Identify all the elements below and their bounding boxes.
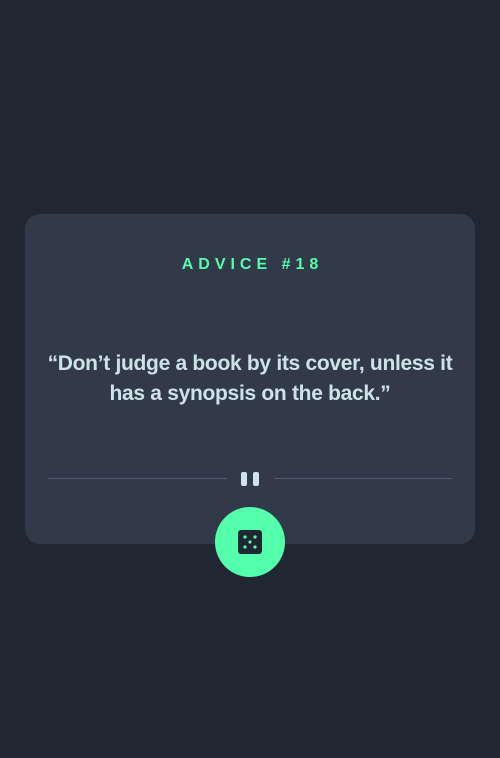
pause-icon — [241, 472, 259, 486]
dice-icon — [238, 530, 262, 554]
advice-quote: “Don’t judge a book by its cover, unless… — [47, 352, 453, 405]
advice-card: ADVICE #18 “Don’t judge a book by its co… — [25, 214, 475, 544]
divider — [48, 470, 452, 488]
advice-page: ADVICE #18 “Don’t judge a book by its co… — [0, 0, 500, 758]
advice-id: ADVICE #18 — [181, 256, 324, 273]
new-advice-button[interactable] — [215, 507, 285, 577]
divider-line-left — [48, 478, 227, 479]
divider-line-right — [274, 478, 452, 479]
